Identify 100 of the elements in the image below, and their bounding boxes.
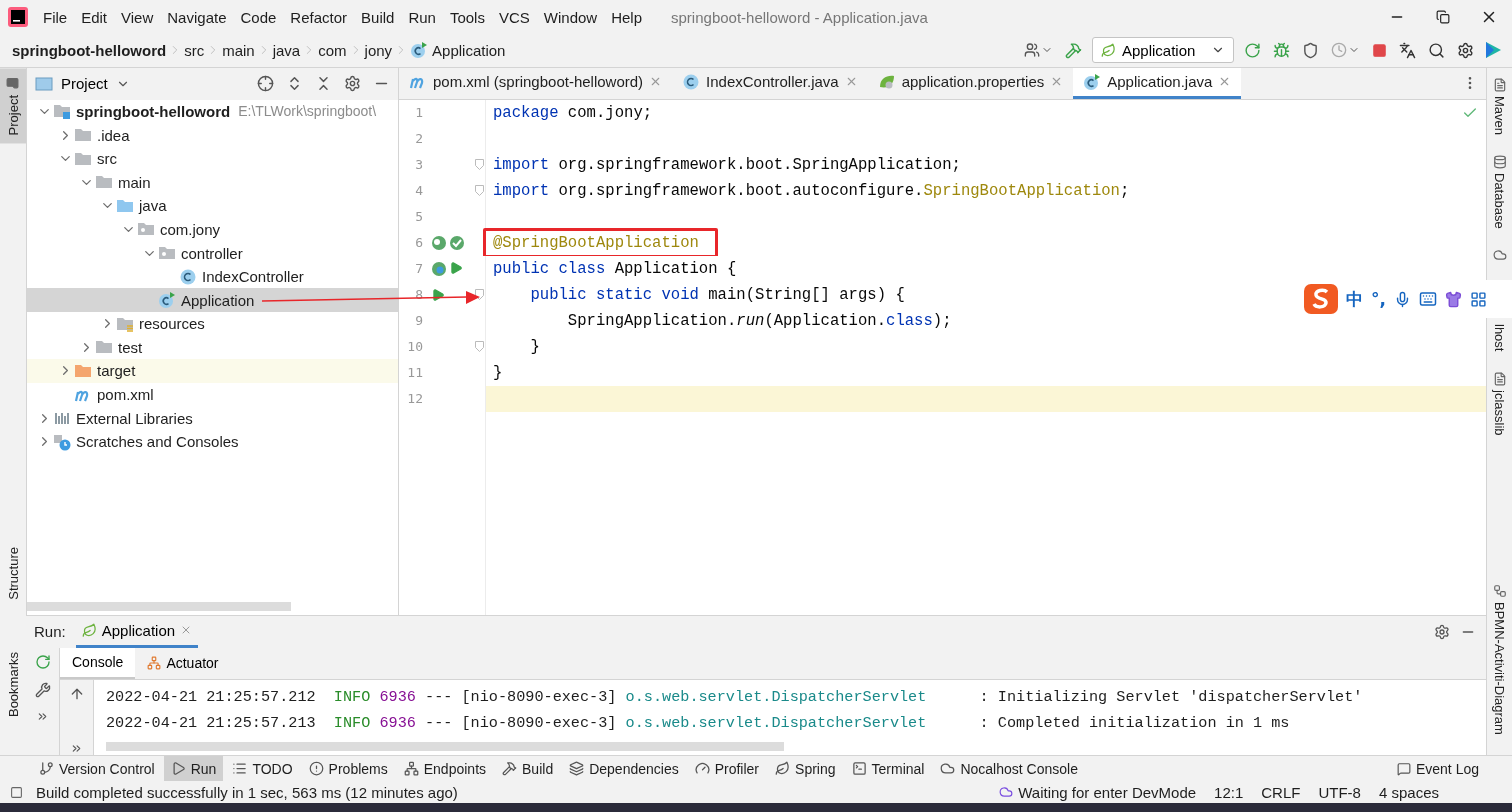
tool-window-button[interactable]: Terminal <box>844 756 932 781</box>
tool-window-tab[interactable]: Maven <box>1487 95 1512 135</box>
tree-item[interactable]: resources <box>27 312 398 336</box>
status-item[interactable]: 4 spaces <box>1373 783 1444 801</box>
tree-item[interactable]: java <box>27 194 398 218</box>
fold-marker-icon[interactable] <box>474 341 484 353</box>
settings-icon[interactable] <box>1434 623 1450 640</box>
tree-item[interactable]: target <box>27 359 398 383</box>
database-icon[interactable] <box>1492 154 1507 169</box>
tree-item[interactable]: pom.xml <box>27 382 398 407</box>
tool-window-tab[interactable]: Project <box>0 67 26 144</box>
bean-check-icon[interactable] <box>449 234 465 251</box>
tool-window-button[interactable]: Nocalhost Console <box>933 756 1085 781</box>
tree-item[interactable]: Application <box>27 288 398 312</box>
breadcrumb[interactable]: java <box>272 41 301 59</box>
tool-window-button[interactable]: Dependencies <box>562 756 686 781</box>
run-icon[interactable] <box>431 287 445 302</box>
diagram-icon[interactable] <box>1492 583 1507 598</box>
editor-tab[interactable]: IndexController.java <box>672 67 868 99</box>
shirt-icon[interactable] <box>1444 290 1462 308</box>
menu-item[interactable]: Help <box>604 8 650 26</box>
console-tab[interactable]: Console <box>60 647 136 679</box>
tool-window-tab[interactable]: jclasslib <box>1487 389 1512 436</box>
tool-window-tab[interactable]: Structure <box>0 538 26 608</box>
tool-window-button[interactable]: Run <box>163 756 224 781</box>
editor-tab[interactable]: pom.xml (springboot-helloword) <box>399 67 673 99</box>
menu-item[interactable]: Run <box>401 8 443 26</box>
scrollbar[interactable] <box>27 601 291 611</box>
editor-tab[interactable]: application.properties <box>867 67 1074 99</box>
tool-window-button[interactable]: Problems <box>301 756 395 781</box>
tree-item[interactable]: Scratches and Consoles <box>27 429 398 454</box>
tree-item[interactable]: test <box>27 335 398 360</box>
status-item[interactable]: Waiting for enter DevMode <box>994 783 1202 801</box>
tool-window-button[interactable]: Spring <box>768 756 843 781</box>
input-method-logo-icon[interactable] <box>1304 284 1338 314</box>
status-item[interactable]: 12:1 <box>1209 783 1249 801</box>
tree-item[interactable]: src <box>27 146 398 171</box>
tree-item[interactable]: IndexController <box>27 264 398 289</box>
wrench-icon[interactable] <box>34 681 51 698</box>
settings-icon[interactable] <box>344 75 361 93</box>
input-mode-label[interactable]: °, <box>1371 289 1386 309</box>
tree-item[interactable]: main <box>27 170 398 194</box>
menu-item[interactable]: Code <box>233 8 284 26</box>
tool-window-button[interactable]: Build <box>495 756 561 781</box>
tree-item[interactable]: controller <box>27 241 398 265</box>
tool-window-button[interactable]: Profiler <box>687 756 767 781</box>
menu-item[interactable]: Refactor <box>283 8 355 26</box>
plugin-logo-icon[interactable] <box>1484 41 1502 60</box>
problems-icon <box>308 761 324 776</box>
tree-item[interactable]: com.jony <box>27 217 398 242</box>
breadcrumb[interactable]: com <box>318 41 347 59</box>
run-icon[interactable] <box>449 260 463 275</box>
menu-item[interactable]: File <box>36 8 75 26</box>
run-configuration-dropdown[interactable]: Application <box>1092 37 1234 64</box>
document-icon[interactable] <box>1492 77 1507 92</box>
tool-window-tab[interactable]: Database <box>1487 172 1512 229</box>
status-item[interactable]: UTF-8 <box>1313 783 1366 801</box>
breadcrumb[interactable]: main <box>222 41 255 59</box>
tool-window-tab[interactable]: BPMN-Activiti-Diagram <box>1487 601 1512 735</box>
tool-window-tab[interactable]: Bookmarks <box>0 643 26 725</box>
rerun-icon[interactable] <box>34 653 51 670</box>
fold-marker-icon[interactable] <box>474 159 484 171</box>
event-log-button[interactable]: Event Log <box>1389 756 1486 781</box>
menu-item[interactable]: VCS <box>491 8 537 26</box>
fold-marker-icon[interactable] <box>474 185 484 197</box>
project-view-dropdown[interactable]: Project <box>35 75 130 93</box>
breadcrumb[interactable]: jony <box>364 41 393 59</box>
breadcrumb[interactable]: springboot-helloword <box>12 41 167 59</box>
bean-icon[interactable] <box>431 234 447 251</box>
document-icon[interactable] <box>1492 371 1507 386</box>
fold-marker-icon[interactable] <box>474 289 484 301</box>
status-item[interactable]: CRLF <box>1256 783 1306 801</box>
tree-item[interactable]: springboot-helloword E:\TLWork\springboot\ <box>27 99 398 124</box>
editor-tab[interactable]: Application.java <box>1073 67 1242 99</box>
menu-item[interactable]: Build <box>354 8 402 26</box>
tool-window-tab[interactable]: lhost <box>1487 324 1512 352</box>
code-line: public static void main(String[] args) { <box>529 285 905 304</box>
input-mode-label[interactable]: 中 <box>1346 287 1363 311</box>
console-tab[interactable]: Actuator <box>135 647 231 679</box>
menu-item[interactable]: Tools <box>442 8 492 26</box>
keyboard-icon[interactable] <box>1418 290 1437 308</box>
menu-item[interactable]: Window <box>536 8 605 26</box>
locate-icon[interactable] <box>257 75 274 93</box>
grid-icon[interactable] <box>1469 290 1487 308</box>
tool-window-button[interactable]: Endpoints <box>396 756 494 781</box>
breadcrumb[interactable]: src <box>184 41 205 59</box>
tool-window-button[interactable]: Version Control <box>32 756 162 781</box>
cloud-icon[interactable] <box>1492 248 1507 263</box>
users-icon[interactable] <box>1024 42 1040 59</box>
menu-item[interactable]: Edit <box>74 8 115 26</box>
breadcrumb[interactable]: Application <box>410 41 506 60</box>
status-icon <box>10 785 23 799</box>
menu-item[interactable]: View <box>114 8 161 26</box>
scrollbar[interactable] <box>106 741 784 751</box>
spring-bean-icon[interactable] <box>431 260 447 277</box>
tree-item[interactable]: External Libraries <box>27 406 398 430</box>
tree-item[interactable]: .idea <box>27 123 398 147</box>
tool-window-button[interactable]: TODO <box>225 756 300 781</box>
restore-icon[interactable] <box>1436 10 1450 24</box>
menu-item[interactable]: Navigate <box>160 8 234 26</box>
